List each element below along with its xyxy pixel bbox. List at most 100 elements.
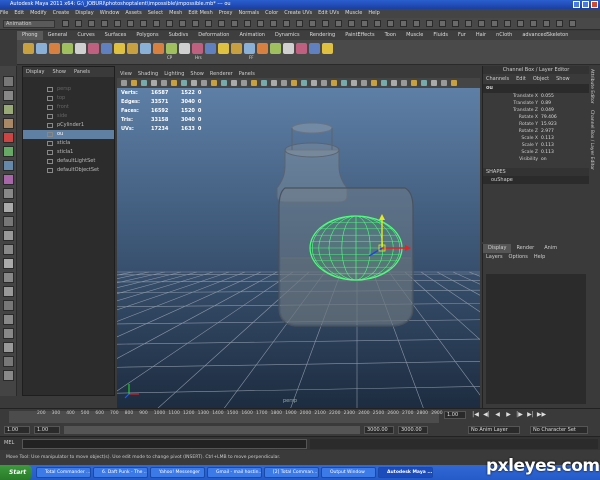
- current-frame-field[interactable]: 1.00: [444, 411, 466, 419]
- shelf-tab-hair[interactable]: Hair: [471, 31, 491, 40]
- layer-tab-anim[interactable]: Anim: [539, 244, 562, 253]
- command-input[interactable]: [22, 439, 307, 449]
- channel-attribute-row[interactable]: Translate Z 0.049: [483, 107, 589, 114]
- viewport-tool-icon[interactable]: [151, 80, 157, 86]
- status-tool-icon[interactable]: [153, 20, 160, 27]
- status-tool-icon[interactable]: [361, 20, 368, 27]
- status-tool-icon[interactable]: [166, 20, 173, 27]
- toolbox-tool-icon[interactable]: [3, 370, 14, 381]
- toolbox-tool-icon[interactable]: [3, 356, 14, 367]
- status-tool-icon[interactable]: [452, 20, 459, 27]
- outliner-item[interactable]: sticla: [23, 139, 114, 148]
- viewport-tool-icon[interactable]: [121, 80, 127, 86]
- shelf-tool-icon[interactable]: [179, 43, 190, 54]
- menu-item-select[interactable]: Select: [148, 10, 163, 16]
- channel-attribute-row[interactable]: Rotate Y 15.923: [483, 121, 589, 128]
- taskbar-task[interactable]: Total Commander ...: [36, 467, 91, 478]
- shelf-tool-icon[interactable]: [270, 43, 281, 54]
- status-tool-icon[interactable]: [205, 20, 212, 27]
- shelf-tool-icon[interactable]: [218, 43, 229, 54]
- status-tool-icon[interactable]: [374, 20, 381, 27]
- status-tool-icon[interactable]: [478, 20, 485, 27]
- channel-menu-edit[interactable]: Edit: [516, 76, 526, 82]
- shelf-tab-fur[interactable]: Fur: [453, 31, 471, 40]
- viewport-menu-renderer[interactable]: Renderer: [210, 71, 233, 77]
- viewport-tool-icon[interactable]: [331, 80, 337, 86]
- status-tool-icon[interactable]: [192, 20, 199, 27]
- close-button[interactable]: [591, 1, 598, 8]
- shelf-tab-painteffects[interactable]: PaintEffects: [340, 31, 379, 40]
- toolbox-tool-icon[interactable]: [3, 132, 14, 143]
- shelf-tool-icon[interactable]: [205, 43, 216, 54]
- menu-item-edit-uvs[interactable]: Edit UVs: [318, 10, 339, 16]
- viewport-tool-icon[interactable]: [451, 80, 457, 86]
- playback-button[interactable]: ▶|: [525, 411, 536, 418]
- viewport-menu-panels[interactable]: Panels: [239, 71, 255, 77]
- shelf-tool-icon[interactable]: [296, 43, 307, 54]
- shelf-tool-icon[interactable]: [166, 43, 177, 54]
- toolbox-tool-icon[interactable]: [3, 244, 14, 255]
- status-tool-icon[interactable]: [257, 20, 264, 27]
- viewport-tool-icon[interactable]: [411, 80, 417, 86]
- shelf-tool-icon[interactable]: [23, 43, 34, 54]
- playback-button[interactable]: |▶: [514, 411, 525, 418]
- shelf-tab-dynamics[interactable]: Dynamics: [270, 31, 305, 40]
- outliner-item[interactable]: pCylinder1: [23, 121, 114, 130]
- status-tool-icon[interactable]: [400, 20, 407, 27]
- outliner-item[interactable]: defaultLightSet: [23, 157, 114, 166]
- outliner-item[interactable]: side: [23, 112, 114, 121]
- toolbox-tool-icon[interactable]: [3, 216, 14, 227]
- taskbar-task[interactable]: Yahoo! Messenger: [150, 467, 205, 478]
- viewport-tool-icon[interactable]: [221, 80, 227, 86]
- shelf-tool-icon[interactable]: [244, 43, 255, 54]
- end-time-field[interactable]: 3000.00: [398, 426, 428, 434]
- toolbox-tool-icon[interactable]: [3, 202, 14, 213]
- status-tool-icon[interactable]: [556, 20, 563, 27]
- viewport-tool-icon[interactable]: [431, 80, 437, 86]
- shelf-tab-phong[interactable]: Phong: [17, 31, 43, 40]
- viewport-tool-icon[interactable]: [381, 80, 387, 86]
- layer-tab-display[interactable]: Display: [483, 244, 512, 253]
- shelf-tool-icon[interactable]: [101, 43, 112, 54]
- status-tool-icon[interactable]: [387, 20, 394, 27]
- outliner-menu-show[interactable]: Show: [52, 69, 66, 75]
- outliner-menu-panels[interactable]: Panels: [74, 69, 90, 75]
- channel-attribute-row[interactable]: Scale X 0.113: [483, 135, 589, 142]
- shelf-tool-icon[interactable]: [192, 43, 203, 54]
- viewport-tool-icon[interactable]: [161, 80, 167, 86]
- status-tool-icon[interactable]: [179, 20, 186, 27]
- shelf-tool-icon[interactable]: [75, 43, 86, 54]
- viewport-tool-icon[interactable]: [311, 80, 317, 86]
- layer-tab-render[interactable]: Render: [511, 244, 539, 253]
- viewport-tool-icon[interactable]: [241, 80, 247, 86]
- viewport-tool-icon[interactable]: [421, 80, 427, 86]
- shelf-tool-icon[interactable]: [140, 43, 151, 54]
- shelf-tab-polygons[interactable]: Polygons: [131, 31, 163, 40]
- viewport-tool-icon[interactable]: [321, 80, 327, 86]
- viewport-tool-icon[interactable]: [201, 80, 207, 86]
- outliner-menu-display[interactable]: Display: [26, 69, 44, 75]
- shelf-tool-icon[interactable]: [36, 43, 47, 54]
- taskbar-task[interactable]: Gmail - mail hostin...: [207, 467, 262, 478]
- shelf-tab-general[interactable]: General: [43, 31, 73, 40]
- layer-menu-help[interactable]: Help: [534, 254, 545, 260]
- channel-attribute-row[interactable]: Rotate X 79.406: [483, 114, 589, 121]
- channel-attribute-row[interactable]: Translate Y 0.89: [483, 100, 589, 107]
- toolbox-tool-icon[interactable]: [3, 300, 14, 311]
- status-tool-icon[interactable]: [75, 20, 82, 27]
- viewport-tool-icon[interactable]: [351, 80, 357, 86]
- shelf-tool-icon[interactable]: [309, 43, 320, 54]
- start-time-field[interactable]: 1.00: [4, 426, 30, 434]
- shelf-tab-advancedskeleton[interactable]: advancedSkeleton: [517, 31, 573, 40]
- viewport-menu-show[interactable]: Show: [190, 71, 204, 77]
- toolbox-tool-icon[interactable]: [3, 314, 14, 325]
- viewport-tool-icon[interactable]: [301, 80, 307, 86]
- viewport-tool-icon[interactable]: [371, 80, 377, 86]
- viewport-tool-icon[interactable]: [231, 80, 237, 86]
- viewport-tool-icon[interactable]: [211, 80, 217, 86]
- toolbox-tool-icon[interactable]: [3, 118, 14, 129]
- attribute-value[interactable]: 0.89: [541, 100, 551, 107]
- attribute-value[interactable]: 0.055: [541, 93, 554, 100]
- status-tool-icon[interactable]: [244, 20, 251, 27]
- status-tool-icon[interactable]: [335, 20, 342, 27]
